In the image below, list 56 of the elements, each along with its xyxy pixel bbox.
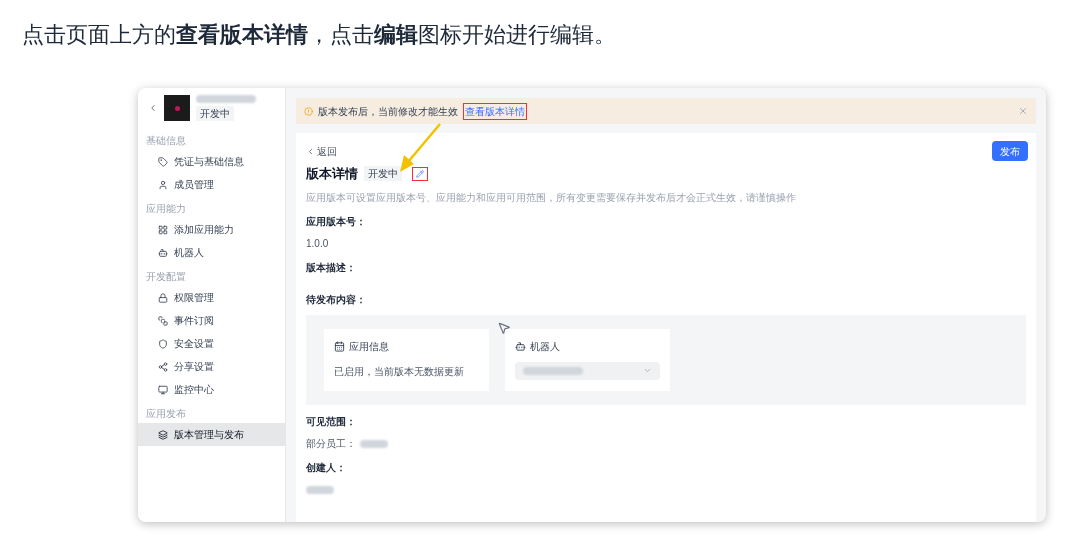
shield-icon — [158, 338, 168, 349]
share-icon — [158, 361, 168, 372]
field-label: 版本描述： — [306, 260, 357, 275]
card-title: 机器人 — [530, 339, 560, 354]
card-title: 应用信息 — [349, 339, 389, 354]
sidebar-item[interactable]: 版本管理与发布 — [138, 423, 285, 446]
chevron-icon — [643, 366, 652, 375]
field-label: 创建人： — [306, 460, 347, 475]
blurred-text — [523, 366, 583, 375]
edit-button[interactable] — [412, 166, 428, 181]
publish-button[interactable]: 发布 — [992, 141, 1028, 161]
sidebar-item[interactable]: 安全设置 — [138, 332, 285, 355]
close-icon[interactable] — [1018, 106, 1028, 116]
monitor-icon — [158, 384, 168, 395]
page-title: 版本详情 — [306, 165, 358, 183]
sidebar-item[interactable]: 分享设置 — [138, 355, 285, 378]
app-logo — [164, 95, 190, 121]
status-tag: 开发中 — [196, 106, 234, 121]
back-text: 返回 — [317, 144, 337, 159]
chevron-icon — [306, 146, 315, 156]
layers-icon — [158, 429, 168, 440]
status-tag: 开发中 — [364, 166, 402, 182]
lock-icon — [158, 292, 168, 303]
sidebar-item[interactable]: 权限管理 — [138, 286, 285, 309]
section-title: 开发配置 — [145, 269, 187, 284]
sidebar-item[interactable]: 监控中心 — [138, 378, 285, 401]
field-value: 部分员工： — [306, 437, 356, 451]
robot-icon — [158, 247, 168, 258]
sidebar-item[interactable]: 成员管理 — [138, 173, 285, 196]
sidebar-item[interactable]: 机器人 — [138, 241, 285, 264]
sidebar-item[interactable]: 凭证与基础信息 — [138, 150, 285, 173]
section-title: 应用能力 — [145, 201, 187, 216]
grid-icon — [158, 224, 168, 235]
tag-icon — [158, 156, 168, 167]
back-icon[interactable] — [148, 103, 158, 113]
back-link[interactable]: 返回 — [306, 143, 337, 159]
edit-icon — [416, 169, 424, 178]
user-icon — [158, 179, 168, 190]
sidebar-item[interactable]: 添加应用能力 — [138, 218, 285, 241]
section-title: 基础信息 — [145, 133, 187, 148]
field-value: 1.0.0 — [306, 237, 329, 251]
blurred-text — [196, 95, 256, 103]
version-details-link[interactable]: 查看版本详情 — [463, 102, 527, 120]
sidebar-item[interactable]: 事件订阅 — [138, 309, 285, 332]
page-description: 应用版本可设置应用版本号、应用能力和应用可用范围，所有变更需要保存并发布后才会正式生效，请谨慎操作 — [306, 190, 797, 205]
robot-icon — [515, 340, 526, 352]
field-label: 待发布内容： — [306, 292, 367, 307]
field-label: 可见范围： — [306, 414, 357, 429]
cursor-icon — [497, 321, 511, 335]
field-label: 应用版本号： — [306, 214, 367, 229]
banner-text: 版本发布后，当前修改才能生效 — [318, 104, 458, 119]
warning-icon — [304, 106, 313, 116]
calendar-icon — [334, 340, 345, 352]
card-text: 已启用，当前版本无数据更新 — [334, 364, 465, 379]
section-title: 应用发布 — [145, 406, 187, 421]
instruction-text: 点击页面上方的查看版本详情，点击编辑图标开始进行编辑。 — [22, 21, 616, 49]
